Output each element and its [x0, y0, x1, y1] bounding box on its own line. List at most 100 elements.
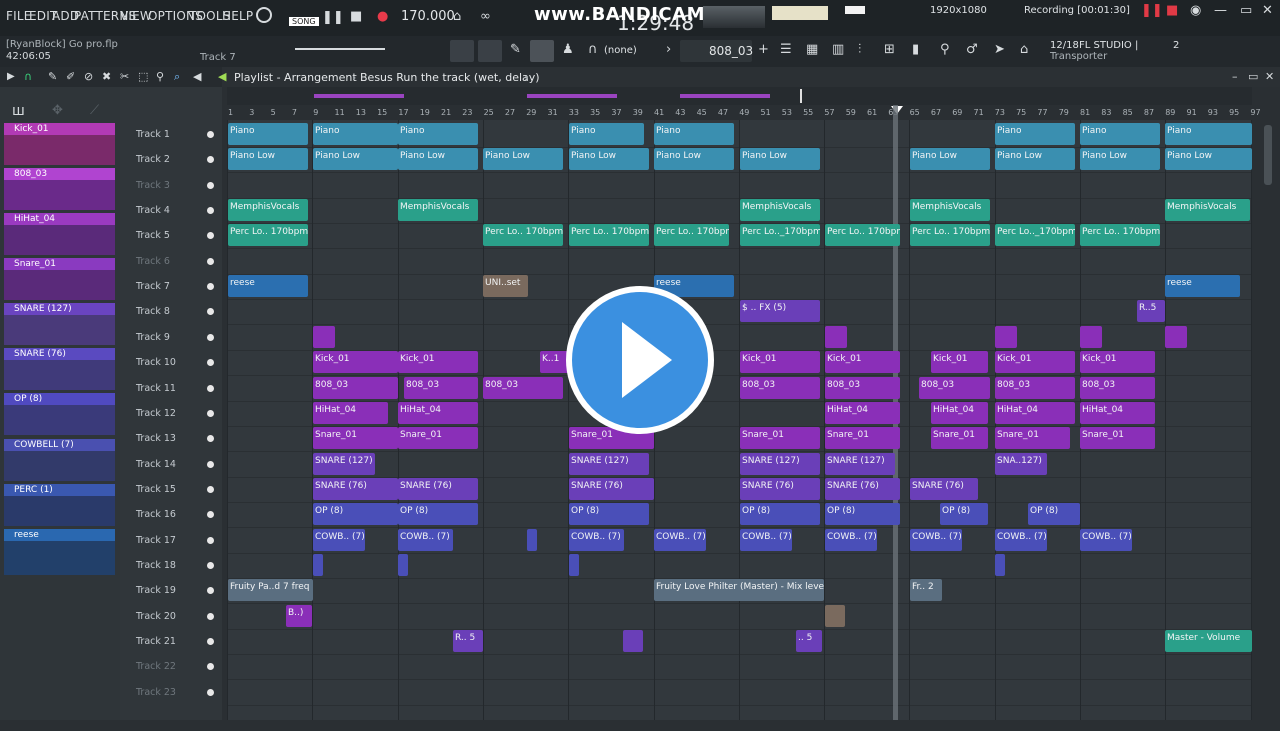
playlist-menu-icon[interactable]: ◀	[218, 70, 226, 83]
playlist-minimize-icon[interactable]: –	[1232, 70, 1238, 83]
playlist-clip[interactable]: Piano Low	[740, 148, 820, 170]
track-label[interactable]: Track 4	[136, 205, 170, 216]
playlist-clip[interactable]	[1080, 326, 1102, 348]
playlist-clip[interactable]: COWB.. (7)	[910, 529, 962, 551]
automation-icon[interactable]: ✥	[52, 103, 63, 118]
mute-tool-icon[interactable]: ⊘	[84, 70, 93, 83]
playlist-clip[interactable]: Piano Low	[228, 148, 308, 170]
vertical-scrollbar[interactable]	[1262, 120, 1274, 720]
playlist-clip[interactable]: Kick_01	[825, 351, 900, 373]
playlist-clip[interactable]: MemphisVocals	[740, 199, 820, 221]
playlist-clip[interactable]: HiHat_04	[931, 402, 988, 424]
touch-icon[interactable]: ➤	[994, 42, 1005, 57]
playlist-clip[interactable]: Piano	[995, 123, 1075, 145]
tempo-display[interactable]: 170.000	[401, 9, 455, 24]
playlist-clip[interactable]: Kick_01	[740, 351, 820, 373]
playlist-clip[interactable]: Piano	[1165, 123, 1252, 145]
magnet-icon[interactable]: ∩	[588, 42, 598, 57]
playlist-clip[interactable]: SNARE (127)	[740, 453, 820, 475]
track-label[interactable]: Track 6	[136, 256, 170, 267]
playlist-clip[interactable]: Piano	[654, 123, 734, 145]
track-mute-dot[interactable]	[207, 258, 214, 265]
track-mute-dot[interactable]	[207, 511, 214, 518]
playlist-clip[interactable]: Perc Lo.. 170bpm	[483, 224, 563, 246]
playlist-clip[interactable]: 808_03	[825, 377, 900, 399]
record-icon[interactable]: ●	[377, 9, 388, 24]
track-mute-dot[interactable]	[207, 638, 214, 645]
playlist-clip[interactable]: Snare_01	[995, 427, 1070, 449]
track-mute-dot[interactable]	[207, 689, 214, 696]
track-mute-dot[interactable]	[207, 435, 214, 442]
playlist-clip[interactable]: Kick_01	[313, 351, 398, 373]
pattern-item[interactable]: 808_03	[4, 168, 115, 210]
playlist-clip[interactable]: Piano Low	[995, 148, 1075, 170]
playlist-clip[interactable]: COWB.. (7)	[740, 529, 792, 551]
playlist-clip[interactable]: Fruity Pa..d 7 freq	[228, 579, 313, 601]
track-mute-dot[interactable]	[207, 182, 214, 189]
track-label[interactable]: Track 13	[136, 433, 176, 444]
playlist-clip[interactable]	[569, 554, 579, 576]
track-mute-dot[interactable]	[207, 359, 214, 366]
playlist-clip[interactable]: Piano	[313, 123, 398, 145]
playlist-clip[interactable]: R..5	[1137, 300, 1165, 322]
playlist-clip[interactable]: SNARE (127)	[313, 453, 375, 475]
speaker-icon[interactable]: ◀	[193, 70, 201, 83]
playlist-clip[interactable]: OP (8)	[398, 503, 478, 525]
playlist-clip[interactable]: Piano Low	[910, 148, 990, 170]
track-label[interactable]: Track 5	[136, 230, 170, 241]
track-mute-dot[interactable]	[207, 207, 214, 214]
playlist-clip[interactable]: 808_03	[404, 377, 478, 399]
playlist-clip[interactable]: MemphisVocals	[398, 199, 478, 221]
track-label[interactable]: Track 14	[136, 459, 176, 470]
playlist-clip[interactable]: OP (8)	[825, 503, 900, 525]
play-small-icon[interactable]: ▶	[7, 71, 15, 82]
playlist-clip[interactable]: SNARE (76)	[825, 478, 900, 500]
playlist-close-icon[interactable]: ✕	[1265, 70, 1274, 83]
playlist-clip[interactable]: SNARE (76)	[313, 478, 398, 500]
arrow-right-icon[interactable]	[478, 40, 502, 62]
stop-icon[interactable]: ■	[350, 9, 362, 24]
add-pattern-icon[interactable]: +	[758, 42, 769, 57]
playlist-clip[interactable]: Kick_01	[398, 351, 478, 373]
pattern-item[interactable]: Snare_01	[4, 258, 115, 300]
stamp-icon[interactable]: ♟	[562, 42, 574, 57]
playlist-clip[interactable]: R.. 5	[453, 630, 483, 652]
playlist-clip[interactable]: 808_03	[313, 377, 398, 399]
pattern-item[interactable]: HiHat_04	[4, 213, 115, 255]
track-label[interactable]: Track 16	[136, 509, 176, 520]
stop-record-icon[interactable]: ■	[1166, 3, 1178, 18]
playlist-clip[interactable]: UNI..set	[483, 275, 528, 297]
track-mute-dot[interactable]	[207, 613, 214, 620]
track-label[interactable]: Track 19	[136, 585, 176, 596]
playlist-clip[interactable]: 808_03	[995, 377, 1075, 399]
track-label[interactable]: Track 11	[136, 383, 176, 394]
playlist-clip[interactable]: COWB.. (7)	[569, 529, 624, 551]
playlist-clip[interactable]: Piano	[228, 123, 308, 145]
playlist-clip[interactable]: Piano Low	[569, 148, 649, 170]
playlist-clip[interactable]: Perc Lo.._170bpm	[995, 224, 1075, 246]
playlist-clip[interactable]: reese	[228, 275, 308, 297]
track-mute-dot[interactable]	[207, 663, 214, 670]
playlist-clip[interactable]: OP (8)	[313, 503, 398, 525]
wait-input-icon[interactable]: ∞	[480, 9, 491, 24]
pattern-selector[interactable]: 808_03	[709, 44, 753, 58]
playlist-clip[interactable]: Snare_01	[313, 427, 398, 449]
track-mute-dot[interactable]	[207, 486, 214, 493]
playlist-clip[interactable]	[313, 326, 335, 348]
pattern-item[interactable]: reese	[4, 529, 115, 575]
playlist-clip[interactable]: Snare_01	[1080, 427, 1155, 449]
playlist-clip[interactable]: Piano	[569, 123, 644, 145]
track-mute-dot[interactable]	[207, 334, 214, 341]
playlist-clip[interactable]: MemphisVocals	[1165, 199, 1250, 221]
playlist-clip[interactable]: HiHat_04	[313, 402, 388, 424]
delete-tool-icon[interactable]: ✖	[102, 70, 111, 83]
scroll-thumb[interactable]	[1264, 125, 1272, 185]
playlist-clip[interactable]: HiHat_04	[398, 402, 478, 424]
track-label[interactable]: Track 9	[136, 332, 170, 343]
channel-rack-icon[interactable]: ▥	[832, 42, 844, 57]
track-mute-dot[interactable]	[207, 562, 214, 569]
playlist-clip[interactable]: Snare_01	[740, 427, 820, 449]
plugin-icon[interactable]: ▮	[912, 42, 919, 57]
playlist-clip[interactable]: COWB.. (7)	[1080, 529, 1132, 551]
playlist-clip[interactable]: Kick_01	[1080, 351, 1155, 373]
